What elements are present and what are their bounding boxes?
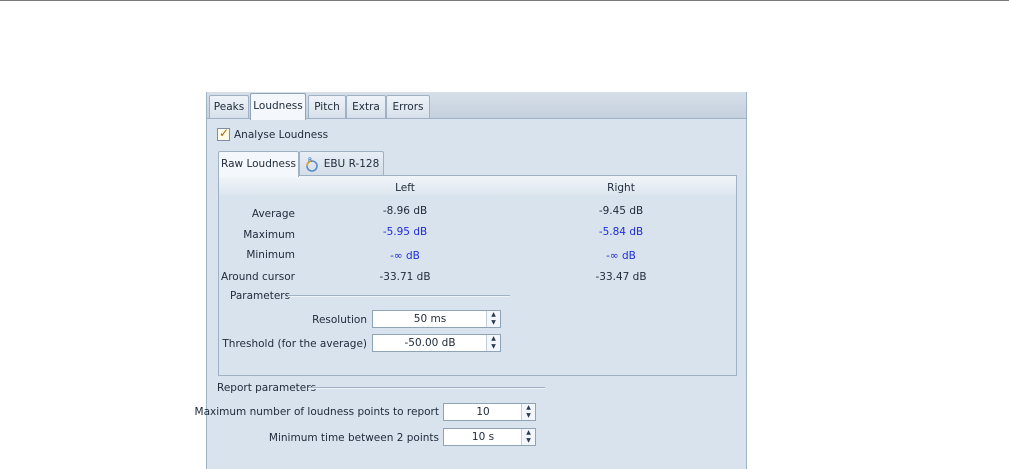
threshold-up-arrow-icon[interactable]: ▲ bbox=[487, 335, 500, 343]
min-time-spinner[interactable]: ▲ ▼ bbox=[443, 428, 536, 446]
tab-loudness[interactable]: Loudness bbox=[250, 93, 306, 120]
svg-text:R: R bbox=[308, 157, 312, 164]
subtab-raw-loudness[interactable]: Raw Loudness bbox=[218, 151, 299, 177]
tab-errors[interactable]: Errors bbox=[386, 95, 430, 118]
threshold-down-arrow-icon[interactable]: ▼ bbox=[487, 343, 500, 351]
right-minimum-value: -∞ dB bbox=[606, 250, 636, 262]
column-right-header: Right bbox=[607, 182, 635, 194]
max-points-spin-buttons[interactable]: ▲ ▼ bbox=[521, 404, 535, 420]
min-time-input[interactable] bbox=[444, 429, 522, 445]
window-top-border bbox=[0, 0, 1009, 1]
tab-pitch[interactable]: Pitch bbox=[308, 95, 346, 118]
parameters-group-title: Parameters bbox=[230, 290, 291, 302]
max-points-down-arrow-icon[interactable]: ▼ bbox=[522, 412, 535, 420]
left-minimum-value: -∞ dB bbox=[390, 250, 420, 262]
resolution-input[interactable] bbox=[373, 311, 487, 327]
resolution-spin-buttons[interactable]: ▲ ▼ bbox=[486, 311, 500, 327]
min-time-label: Minimum time between 2 points bbox=[268, 432, 439, 444]
row-label-average: Average bbox=[251, 208, 295, 220]
right-average-value: -9.45 dB bbox=[598, 205, 644, 217]
report-parameters-divider bbox=[308, 387, 545, 389]
threshold-input[interactable] bbox=[373, 335, 487, 351]
subtab-ebu-r128[interactable]: R EBU R-128 bbox=[299, 151, 384, 176]
right-maximum-value: -5.84 dB bbox=[598, 226, 644, 238]
parameters-divider bbox=[288, 295, 510, 297]
row-label-minimum: Minimum bbox=[246, 249, 295, 261]
report-parameters-title: Report parameters bbox=[217, 382, 317, 394]
resolution-label: Resolution bbox=[312, 314, 367, 326]
analyse-loudness-checkbox[interactable]: ✓ bbox=[217, 126, 230, 141]
max-points-spinner[interactable]: ▲ ▼ bbox=[443, 403, 536, 421]
checkmark-icon: ✓ bbox=[219, 126, 230, 140]
left-cursor-value: -33.71 dB bbox=[379, 271, 431, 283]
min-time-spin-buttons[interactable]: ▲ ▼ bbox=[521, 429, 535, 445]
row-label-around-cursor: Around cursor bbox=[221, 271, 295, 283]
tab-peaks[interactable]: Peaks bbox=[209, 95, 249, 118]
row-label-maximum: Maximum bbox=[243, 229, 295, 241]
analysis-tabstrip: Peaks Loudness Pitch Extra Errors bbox=[207, 92, 746, 120]
min-time-up-arrow-icon[interactable]: ▲ bbox=[522, 429, 535, 437]
max-points-label: Maximum number of loudness points to rep… bbox=[194, 406, 439, 418]
resolution-up-arrow-icon[interactable]: ▲ bbox=[487, 311, 500, 319]
left-maximum-value: -5.95 dB bbox=[382, 226, 428, 238]
max-points-up-arrow-icon[interactable]: ▲ bbox=[522, 404, 535, 412]
analyse-loudness-label: Analyse Loudness bbox=[234, 129, 329, 141]
left-average-value: -8.96 dB bbox=[382, 205, 428, 217]
threshold-label: Threshold (for the average) bbox=[222, 338, 367, 350]
loudness-panel: Peaks Loudness Pitch Extra Errors ✓ Anal… bbox=[195, 92, 747, 469]
max-points-input[interactable] bbox=[444, 404, 522, 420]
subtab-ebu-label: EBU R-128 bbox=[323, 158, 380, 170]
threshold-spin-buttons[interactable]: ▲ ▼ bbox=[486, 335, 500, 351]
threshold-spinner[interactable]: ▲ ▼ bbox=[372, 334, 501, 352]
resolution-spinner[interactable]: ▲ ▼ bbox=[372, 310, 501, 328]
resolution-down-arrow-icon[interactable]: ▼ bbox=[487, 319, 500, 327]
tab-extra[interactable]: Extra bbox=[346, 95, 386, 118]
subtab-raw-loudness-label: Raw Loudness bbox=[221, 158, 296, 170]
column-header-band bbox=[219, 176, 736, 195]
min-time-down-arrow-icon[interactable]: ▼ bbox=[522, 437, 535, 445]
ebu-r128-icon: R bbox=[305, 157, 318, 172]
raw-loudness-content: Left Right Average -8.96 dB -9.45 dB Max… bbox=[218, 175, 737, 376]
column-left-header: Left bbox=[395, 182, 415, 194]
right-cursor-value: -33.47 dB bbox=[595, 271, 647, 283]
